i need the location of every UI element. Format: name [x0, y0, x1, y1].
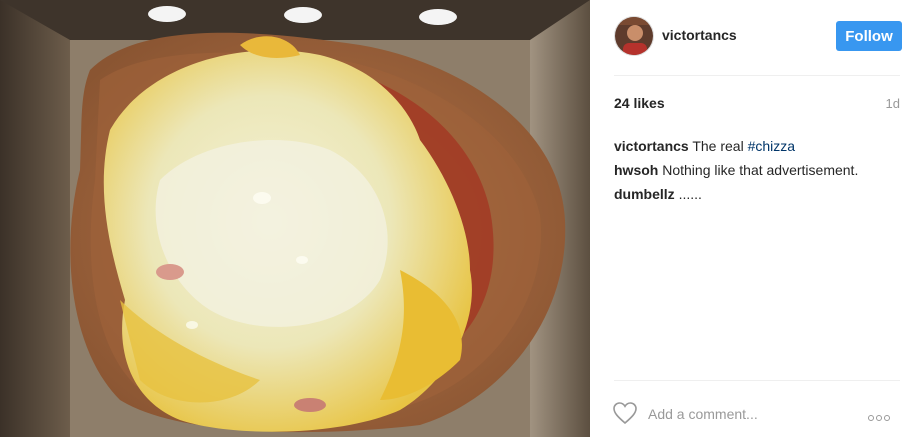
follow-button[interactable]: Follow — [836, 21, 902, 51]
add-comment-input[interactable] — [648, 404, 868, 424]
post-header: victortancs Follow — [614, 14, 902, 76]
comment-author[interactable]: victortancs — [614, 138, 689, 154]
post-author-username[interactable]: victortancs — [662, 27, 737, 43]
food-photo-illustration — [0, 0, 590, 437]
heart-icon[interactable] — [612, 401, 638, 425]
comment-text: The real — [692, 138, 748, 154]
comment-author[interactable]: hwsoh — [614, 162, 658, 178]
comment-list: victortancs The real #chizza hwsoh Nothi… — [614, 134, 904, 206]
user-avatar-icon[interactable] — [614, 16, 654, 56]
post-photo[interactable] — [0, 0, 590, 437]
comment-footer — [612, 380, 900, 437]
comment-item: dumbellz ...... — [614, 182, 904, 206]
comment-author[interactable]: dumbellz — [614, 186, 675, 202]
comment-item: victortancs The real #chizza — [614, 134, 904, 158]
comment-item: hwsoh Nothing like that advertisement. — [614, 158, 904, 182]
comment-text: ...... — [678, 186, 702, 202]
post-details-panel: victortancs Follow 24 likes 1d victortan… — [590, 0, 920, 437]
more-options-icon[interactable] — [868, 408, 896, 421]
hashtag-link[interactable]: #chizza — [748, 138, 795, 154]
likes-count[interactable]: 24 likes — [614, 95, 665, 111]
comment-text: Nothing like that advertisement. — [662, 162, 859, 178]
post-timestamp[interactable]: 1d — [886, 96, 900, 111]
